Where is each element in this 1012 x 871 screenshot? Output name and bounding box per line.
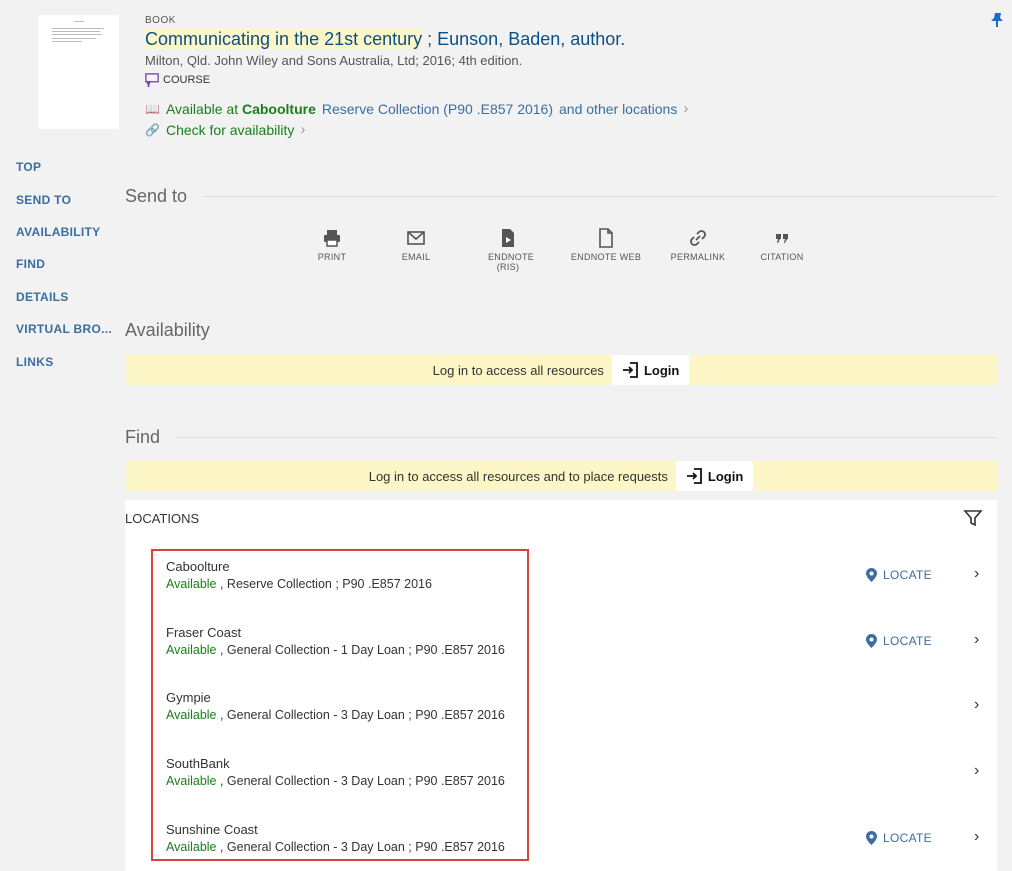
location-details: Available , Reserve Collection ; P90 .E8… <box>166 577 432 591</box>
location-details: Available , General Collection - 3 Day L… <box>166 774 505 788</box>
location-library-name[interactable]: SouthBank <box>166 756 230 771</box>
nav-links[interactable]: LINKS <box>16 355 54 369</box>
find-login-banner: Log in to access all resources and to pl… <box>125 461 997 491</box>
nav-virtual-browse[interactable]: VIRTUAL BRO... <box>16 322 112 336</box>
send-citation-button[interactable]: CITATION <box>742 228 822 262</box>
record-type: BOOK <box>145 15 176 26</box>
location-details: Available , General Collection - 3 Day L… <box>166 840 505 854</box>
document-icon <box>599 228 613 248</box>
link-icon: 🔗 <box>145 122 160 137</box>
chevron-right-icon[interactable]: › <box>974 828 979 846</box>
section-title-send-to: Send to <box>125 186 188 206</box>
course-label: COURSE <box>163 74 211 86</box>
chevron-right-icon[interactable]: › <box>974 762 979 780</box>
send-permalink-button[interactable]: PERMALINK <box>658 228 738 262</box>
locate-button[interactable]: LOCATE <box>866 634 932 648</box>
section-title-find: Find <box>125 427 161 447</box>
endnote-icon <box>502 229 514 247</box>
availability-status[interactable]: Available at Caboolture <box>166 101 316 117</box>
location-library-name[interactable]: Gympie <box>166 690 211 705</box>
location-library-name[interactable]: Sunshine Coast <box>166 822 258 837</box>
banner-text: Log in to access all resources <box>432 362 604 378</box>
title-main[interactable]: Communicating in the 21st century <box>145 29 423 49</box>
course-badge: COURSE <box>145 73 210 87</box>
location-library-name[interactable]: Caboolture <box>166 559 230 574</box>
sign-in-icon <box>622 362 638 378</box>
email-icon <box>407 231 425 245</box>
availability-login-banner: Log in to access all resources Login <box>125 355 997 385</box>
print-icon <box>324 230 340 247</box>
send-endnote-ris-button[interactable]: ENDNOTE (RIS) <box>468 228 548 272</box>
filter-icon[interactable] <box>963 508 983 528</box>
chevron-right-icon[interactable]: › <box>974 631 979 649</box>
location-library-name[interactable]: Fraser Coast <box>166 625 241 640</box>
course-icon <box>145 73 159 87</box>
nav-top[interactable]: TOP <box>16 160 41 174</box>
banner-text: Log in to access all resources and to pl… <box>368 468 668 484</box>
nav-find[interactable]: FIND <box>16 257 45 271</box>
chevron-right-icon[interactable]: › <box>974 565 979 583</box>
nav-details[interactable]: DETAILS <box>16 290 69 304</box>
location-details: Available , General Collection - 1 Day L… <box>166 643 505 657</box>
locate-button[interactable]: LOCATE <box>866 831 932 845</box>
sign-in-icon <box>686 468 702 484</box>
other-locations-link[interactable]: and other locations <box>559 101 677 117</box>
divider <box>203 196 997 197</box>
divider <box>176 437 997 438</box>
title-author[interactable]: ; Eunson, Baden, author. <box>422 29 625 49</box>
send-email-button[interactable]: EMAIL <box>376 228 456 262</box>
nav-availability[interactable]: AVAILABILITY <box>16 225 100 239</box>
locate-button[interactable]: LOCATE <box>866 568 932 582</box>
availability-line[interactable]: 📖 Available at Caboolture Reserve Collec… <box>145 100 688 117</box>
link-icon <box>690 230 706 246</box>
check-availability-link[interactable]: 🔗 Check for availability › <box>145 121 305 138</box>
send-print-button[interactable]: PRINT <box>292 228 372 262</box>
book-open-icon: 📖 <box>145 101 160 116</box>
map-pin-icon <box>866 831 877 845</box>
availability-collection[interactable]: Reserve Collection (P90 .E857 2016) <box>322 101 553 117</box>
login-button[interactable]: Login <box>675 461 754 491</box>
map-pin-icon <box>866 568 877 582</box>
send-endnote-web-button[interactable]: ENDNOTE WEB <box>566 228 646 262</box>
location-details: Available , General Collection - 3 Day L… <box>166 708 505 722</box>
locations-title: LOCATIONS <box>125 511 200 526</box>
chevron-right-icon: › <box>683 100 689 117</box>
publication-info: Milton, Qld. John Wiley and Sons Austral… <box>145 53 523 68</box>
login-button[interactable]: Login <box>611 355 690 385</box>
section-title-availability: Availability <box>125 320 210 340</box>
check-availability-label[interactable]: Check for availability <box>166 122 294 138</box>
quote-icon <box>776 234 788 243</box>
nav-send-to[interactable]: SEND TO <box>16 193 71 207</box>
map-pin-icon <box>866 634 877 648</box>
pin-icon[interactable] <box>990 12 1004 28</box>
highlight-callout-box <box>151 549 529 861</box>
record-title[interactable]: Communicating in the 21st century ; Euns… <box>145 29 625 50</box>
book-cover-thumbnail[interactable] <box>38 15 119 129</box>
chevron-right-icon[interactable]: › <box>974 696 979 714</box>
chevron-right-icon: › <box>300 121 306 138</box>
